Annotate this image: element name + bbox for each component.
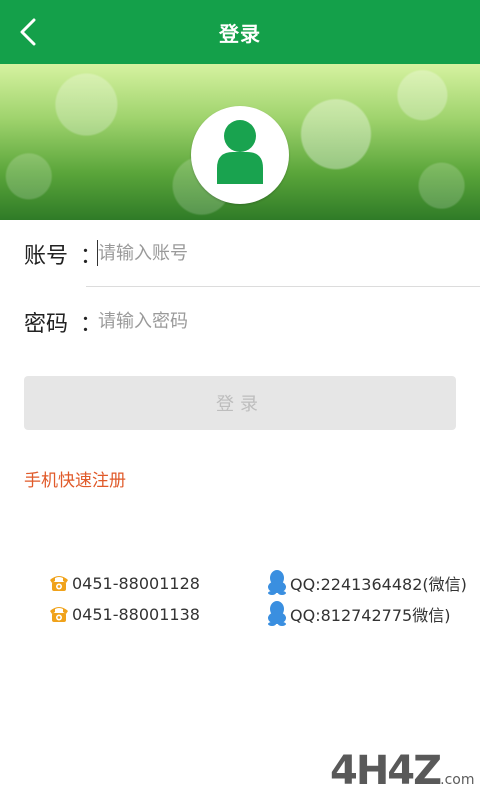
account-row: 账号 ： [0,220,480,286]
qq-penguin-icon [266,600,288,630]
top-app-bar: 登录 [0,0,480,64]
login-button[interactable]: 登录 [24,376,456,430]
password-row: 密码 ： [0,288,480,354]
phone-icon [48,572,70,596]
user-avatar-icon [217,120,263,184]
watermark-logo: 4H4Z.com [330,748,475,794]
watermark-suffix: .com [440,772,475,788]
phone-icon [48,603,70,627]
avatar [191,106,289,204]
page-title: 登录 [219,22,261,46]
text-cursor [97,240,98,266]
watermark-text: 4H4Z [330,748,442,794]
contact-text: QQ:812742775微信) [290,606,451,625]
contact-text: QQ:2241364482(微信) [290,575,467,594]
contact-text: 0451-88001128 [72,574,200,593]
register-link[interactable]: 手机快速注册 [24,466,126,491]
password-label: 密码 [24,312,69,337]
qq-penguin-icon [266,569,288,599]
password-input[interactable] [98,306,458,336]
account-divider [86,286,480,287]
account-input[interactable] [98,238,458,268]
contact-text: 0451-88001138 [72,605,200,624]
account-label: 账号 [24,244,69,269]
